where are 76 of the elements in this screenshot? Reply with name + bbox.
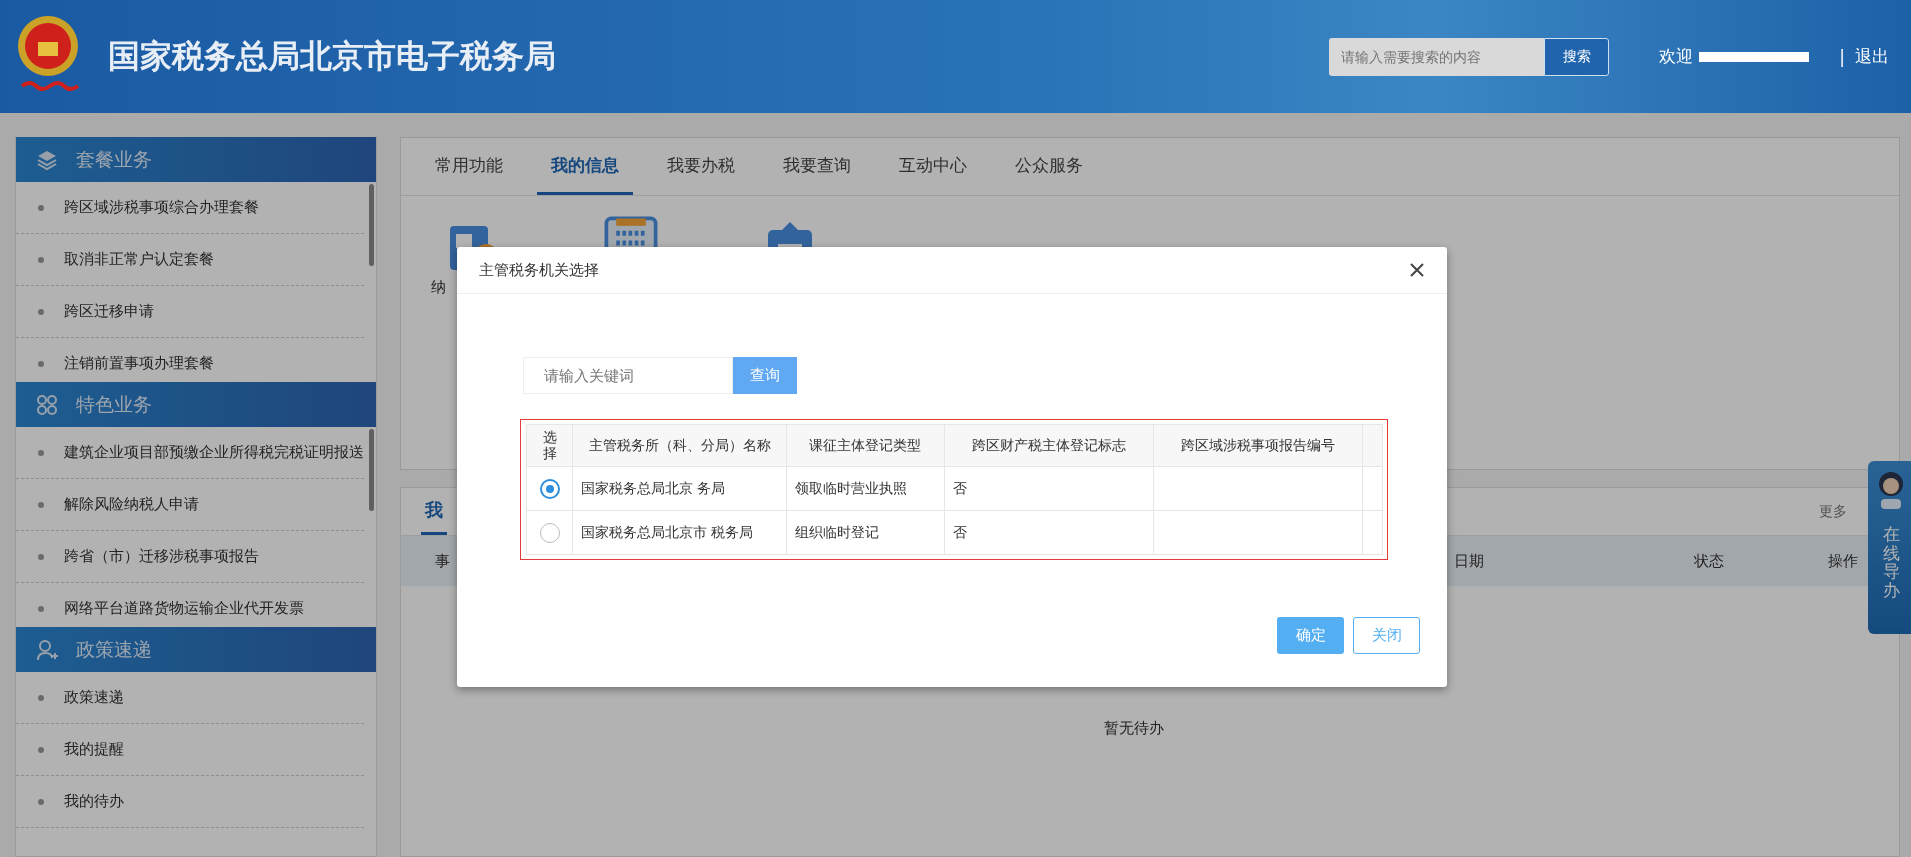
logout-link[interactable]: 退出 [1855,45,1889,68]
section-title: 套餐业务 [76,146,152,172]
column-header: 跨区财产税主体登记标志 [944,424,1154,467]
sidebar-item-text: 我的待办 [64,792,124,811]
sidebar-item-text: 网络平台道路货物运输企业代开发票 [64,599,304,618]
shortcut-label[interactable]: 纳 [431,278,446,297]
bullet-icon [38,501,44,508]
bullet-icon [38,553,44,560]
tab[interactable]: 公众服务 [1001,138,1097,195]
sidebar-item[interactable]: 政策速递 [16,672,364,724]
bullet-icon [38,308,44,315]
bullet-icon [38,694,44,701]
tab[interactable]: 我要办税 [653,138,749,195]
sidebar-item[interactable]: 跨区迁移申请 [16,286,364,338]
column-header: 课征主体登记类型 [786,424,945,467]
more-link[interactable]: 更多 [1819,502,1847,521]
empty-message: 暂无待办 [1104,719,1164,737]
bullet-icon [38,605,44,612]
sidebar-item-text: 跨区迁移申请 [64,302,154,321]
layers-icon [36,148,58,171]
bullet-icon [38,798,44,805]
tab[interactable]: 常用功能 [421,138,517,195]
helper-label: 在线导办 [1882,525,1900,600]
keyword-field[interactable]: 请输入关键词 [523,357,733,394]
separator: | [1839,46,1845,67]
sidebar-item[interactable]: 跨省（市）迁移涉税事项报告 [16,531,364,583]
bullet-icon [38,746,44,753]
bullet-icon [38,449,44,456]
radio-button[interactable] [539,522,560,543]
table-cell: 组织临时登记 [786,510,945,555]
bullet-icon [38,256,44,263]
sidebar-item-text: 注销前置事项办理套餐 [64,354,214,373]
sidebar-item-text: 建筑企业项目部预缴企业所得税完税证明报送 [64,443,364,462]
sidebar-item[interactable]: 跨区域涉税事项综合办理套餐 [16,182,364,234]
column-header: 日期 [1454,551,1485,571]
sidebar-item-text: 跨省（市）迁移涉税事项报告 [64,547,259,566]
grid-icon [36,393,58,416]
site-title: 国家税务总局北京市电子税务局 [108,35,557,77]
close-button[interactable] [1409,262,1425,278]
search-button[interactable]: 搜索 [1544,37,1610,76]
sidebar-item[interactable]: 解除风险纳税人申请 [16,479,364,531]
table-cell: 否 [944,466,1154,511]
tab[interactable]: 我要查询 [769,138,865,195]
tab[interactable]: 互动中心 [885,138,981,195]
table-cell: 否 [944,510,1154,555]
user-add-icon [36,638,58,661]
tab[interactable]: 我的信息 [537,138,633,195]
scrollbar-thumb[interactable] [369,429,374,511]
sidebar-item[interactable]: 取消非正常户认定套餐 [16,234,364,286]
section-title: 政策速递 [76,636,152,662]
sidebar-item-text: 解除风险纳税人申请 [64,495,199,514]
column-header: 主管税务所（科、分局）名称 [572,424,787,467]
column-header: 选择 [526,424,573,467]
search-field[interactable]: 请输入需要搜索的内容 [1329,37,1545,76]
table-cell: 国家税务总局北京 务局 [572,466,787,511]
column-header: 操作 [1828,551,1858,571]
sidebar-item-text: 跨区域涉税事项综合办理套餐 [64,198,259,217]
sidebar-item-text: 政策速递 [64,688,124,707]
column-header: 事 [435,551,451,571]
sidebar-item[interactable]: 建筑企业项目部预缴企业所得税完税证明报送 [16,427,364,479]
section-title: 特色业务 [76,391,152,417]
bullet-icon [38,360,44,367]
scrollbar-thumb[interactable] [369,184,374,266]
sidebar-item-text: 取消非正常户认定套餐 [64,250,214,269]
bullet-icon [38,204,44,211]
online-guide-tab[interactable]: 在线导办 [1868,461,1911,634]
sidebar-item[interactable]: 我的待办 [16,776,364,828]
sidebar-item-text: 我的提醒 [64,740,124,759]
radio-button[interactable] [539,478,560,499]
welcome-text: 欢迎 [1659,45,1694,68]
column-header: 状态 [1694,551,1725,571]
dialog-title: 主管税务机关选择 [479,260,599,280]
sidebar-item[interactable]: 我的提醒 [16,724,364,776]
table-cell: 领取临时营业执照 [786,466,945,511]
column-header: 跨区域涉税事项报告编号 [1153,424,1363,467]
table-cell: 国家税务总局北京市 税务局 [572,510,787,555]
